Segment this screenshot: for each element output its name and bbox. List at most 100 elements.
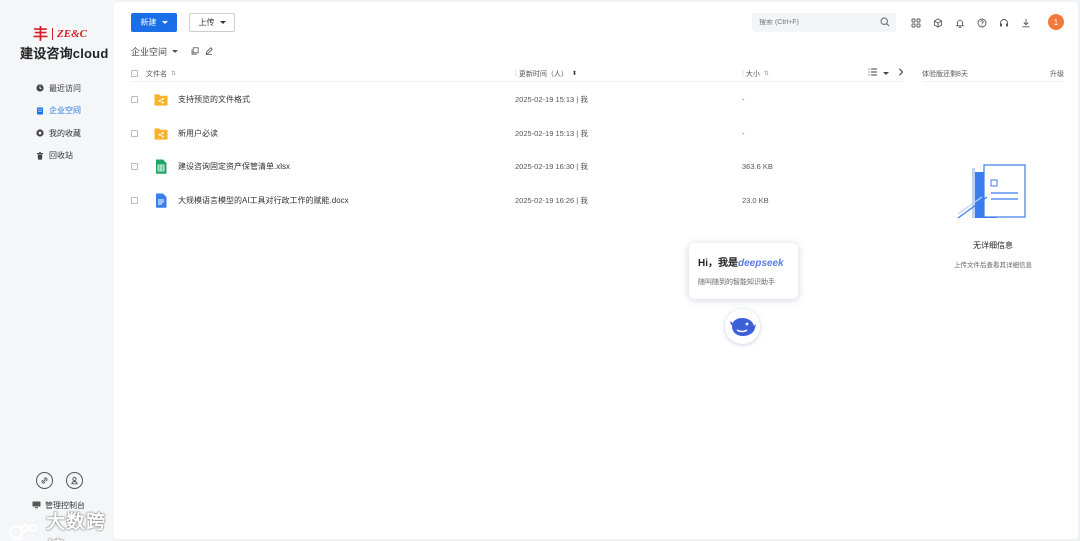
bell-icon[interactable]	[953, 16, 966, 29]
file-modified: 2025-02-19 16:26 | 我	[515, 195, 588, 205]
sidebar-item-favorites[interactable]: 我的收藏	[36, 122, 81, 145]
link-icon[interactable]	[36, 472, 53, 489]
row-checkbox[interactable]	[131, 162, 138, 170]
help-icon[interactable]	[975, 16, 988, 29]
sidebar-item-label: 我的收藏	[49, 128, 81, 138]
file-name[interactable]: 支持预览的文件格式	[178, 94, 250, 105]
file-size: 23.0 KB	[742, 195, 769, 205]
user-settings-icon[interactable]	[66, 472, 83, 489]
search-box	[752, 13, 896, 32]
watermark-text: 大数跨境	[46, 512, 107, 541]
headset-icon[interactable]	[997, 16, 1010, 29]
file-name-cell: 建设咨询固定资产保管清单.xlsx	[138, 159, 515, 174]
sidebar-item-label: 回收站	[49, 151, 73, 161]
ai-assistant-card[interactable]: Hi，我是deepseek 随叫随到的智能知识助手	[689, 243, 798, 299]
chevron-down-icon[interactable]	[883, 71, 889, 75]
building-icon	[36, 107, 44, 115]
list-view-icon[interactable]	[868, 68, 878, 78]
avatar[interactable]: 1	[1048, 14, 1064, 30]
search-input[interactable]	[759, 19, 869, 26]
new-button-label: 新建	[140, 18, 157, 27]
logo-company: ZE&C	[57, 27, 87, 40]
file-name[interactable]: 大规模语言模型的AI工具对行政工作的赋能.docx	[178, 195, 349, 206]
sidebar-item-recent[interactable]: 最近访问	[36, 77, 81, 100]
watermark-logo-icon	[8, 520, 42, 541]
table-row[interactable]: 支持预览的文件格式 2025-02-19 15:13 | 我 -	[131, 85, 904, 113]
file-size: 363.6 KB	[742, 161, 773, 171]
logo: 丰 ZE&C	[33, 23, 87, 44]
breadcrumb: 企业空间	[131, 45, 213, 58]
sidebar-item-label: 最近访问	[49, 83, 81, 93]
empty-state-subtitle: 上传文件后查看其详细信息	[954, 262, 1032, 269]
sidebar-item-label: 企业空间	[49, 106, 81, 116]
row-checkbox[interactable]	[131, 196, 138, 204]
file-name-cell: 新用户必读	[138, 126, 515, 140]
chevron-down-icon	[219, 21, 226, 24]
ai-assistant-launcher[interactable]	[725, 309, 760, 344]
chevron-right-icon[interactable]	[898, 68, 904, 78]
trial-remaining-text: 体验版还剩8天	[922, 70, 968, 78]
empty-state-title: 无详细信息	[973, 241, 1013, 250]
file-size: -	[742, 94, 745, 104]
file-size: -	[742, 128, 745, 138]
header-toolbar	[909, 16, 1032, 29]
file-modified: 2025-02-19 15:13 | 我	[515, 94, 588, 104]
sort-desc-icon[interactable]: ⬍	[572, 70, 577, 77]
table-row[interactable]: 新用户必读 2025-02-19 15:13 | 我 -	[131, 119, 904, 147]
new-button[interactable]: 新建	[131, 13, 177, 32]
sort-icon[interactable]: ⇅	[764, 70, 769, 77]
column-divider[interactable]: |	[742, 70, 744, 77]
logo-divider	[52, 27, 54, 40]
table-row[interactable]: 大规模语言模型的AI工具对行政工作的赋能.docx 2025-02-19 16:…	[131, 186, 904, 214]
spreadsheet-file-icon	[154, 159, 168, 174]
table-row[interactable]: 建设咨询固定资产保管清单.xlsx 2025-02-19 16:30 | 我 3…	[131, 152, 904, 180]
download-icon[interactable]	[1019, 16, 1032, 29]
view-tools	[868, 68, 904, 78]
breadcrumb-current[interactable]: 企业空间	[131, 45, 167, 58]
chevron-down-icon[interactable]	[172, 50, 179, 53]
file-name-cell: 支持预览的文件格式	[138, 92, 515, 106]
sidebar: 丰 ZE&C 建设咨询cloud 最近访问 企业空间 我的收藏 回收站 管理控制…	[0, 0, 114, 541]
column-header-name[interactable]: 文件名	[146, 69, 167, 79]
app-title: 建设咨询cloud	[20, 46, 109, 61]
upload-button[interactable]: 上传	[189, 13, 235, 32]
column-divider[interactable]: |	[515, 70, 517, 77]
file-table-header: 文件名 ⇅ | 更新时间（人） ⬍ | 大小 ⇅	[131, 66, 904, 82]
shared-folder-icon	[154, 126, 168, 140]
edit-icon[interactable]	[205, 46, 213, 57]
sort-icon[interactable]: ⇅	[171, 70, 176, 77]
file-name-cell: 大规模语言模型的AI工具对行政工作的赋能.docx	[138, 193, 515, 208]
upload-button-label: 上传	[198, 18, 215, 27]
cube-icon[interactable]	[931, 16, 944, 29]
select-all-checkbox[interactable]	[131, 70, 138, 77]
document-file-icon	[154, 193, 168, 208]
ai-assistant-brand: deepseek	[738, 258, 784, 269]
file-modified: 2025-02-19 16:30 | 我	[515, 161, 588, 171]
column-header-modified[interactable]: 更新时间（人）	[519, 69, 568, 79]
star-icon	[36, 129, 44, 137]
details-panel-header: 体验版还剩8天 升级	[922, 66, 1064, 82]
trash-icon	[36, 151, 44, 160]
logo-mark: 丰	[33, 25, 49, 43]
ai-assistant-greeting: Hi，我是deepseek	[698, 254, 789, 269]
column-header-size[interactable]: 大小	[746, 69, 760, 79]
row-checkbox[interactable]	[131, 129, 138, 137]
file-name[interactable]: 新用户必读	[178, 128, 218, 139]
ai-assistant-greeting-text: Hi，我是	[698, 258, 738, 269]
upgrade-link[interactable]: 升级	[1050, 69, 1064, 79]
sidebar-nav: 最近访问 企业空间 我的收藏 回收站	[36, 77, 81, 167]
shared-folder-icon	[154, 92, 168, 106]
file-name[interactable]: 建设咨询固定资产保管清单.xlsx	[178, 161, 290, 172]
chevron-down-icon	[161, 21, 168, 24]
search-icon[interactable]	[880, 17, 890, 29]
whale-icon	[729, 315, 757, 339]
copy-icon[interactable]	[191, 46, 199, 57]
sidebar-item-trash[interactable]: 回收站	[36, 145, 81, 168]
watermark: 大数跨境	[8, 507, 114, 541]
file-modified: 2025-02-19 15:13 | 我	[515, 128, 588, 138]
ai-assistant-subtitle: 随叫随到的智能知识助手	[698, 279, 775, 286]
apps-grid-icon[interactable]	[909, 16, 922, 29]
main-panel: 新建 上传 1 企业空间	[114, 2, 1078, 539]
row-checkbox[interactable]	[131, 95, 138, 103]
sidebar-item-enterprise[interactable]: 企业空间	[36, 100, 81, 123]
